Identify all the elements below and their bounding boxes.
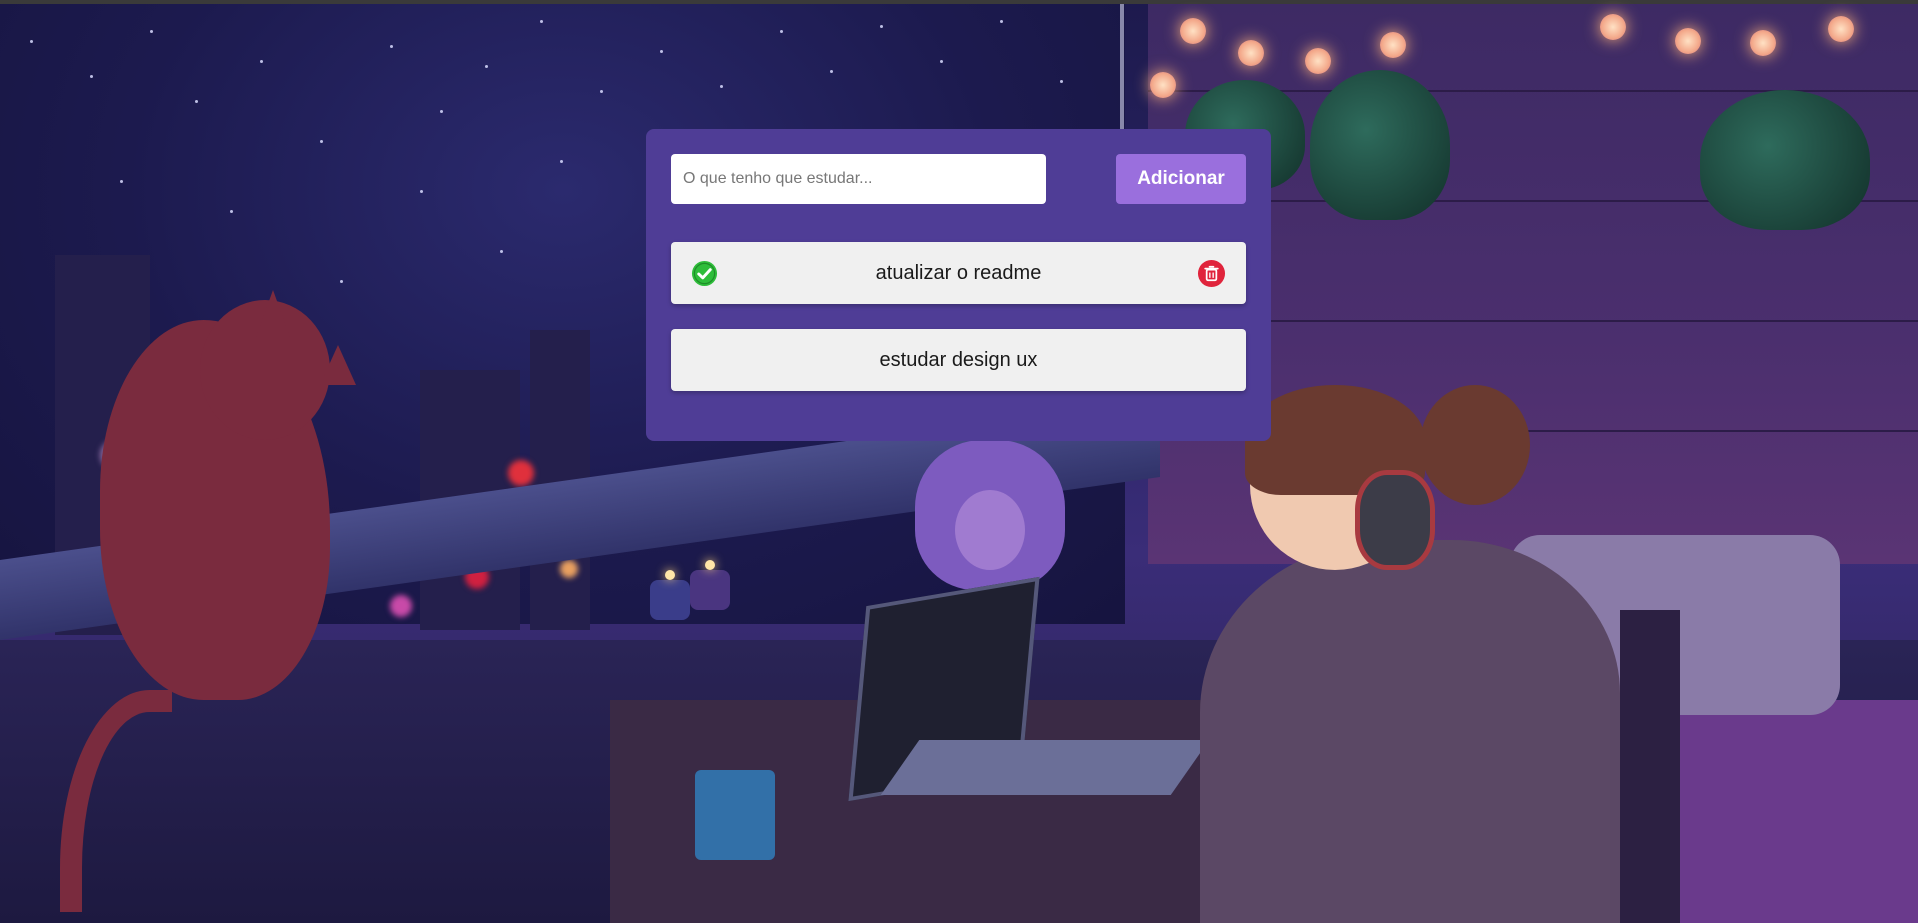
task-label: estudar design ux [879,348,1038,371]
string-light-bulb [1305,48,1331,74]
pencil-cup [695,770,775,860]
chair [1620,610,1680,923]
task-label: atualizar o readme [875,261,1042,284]
star [150,30,153,33]
string-light-bulb [1828,16,1854,42]
string-light-bulb [1600,14,1626,40]
city-light [390,595,412,617]
star [90,75,93,78]
string-light-bulb [1180,18,1206,44]
star [195,100,198,103]
cat-ear [320,345,356,385]
star [780,30,783,33]
girl-hair-bun [1420,385,1530,505]
star [830,70,833,73]
string-light-bulb [1150,72,1176,98]
star [880,25,883,28]
star [420,190,423,193]
star [720,85,723,88]
star [540,20,543,23]
string-light-bulb [1238,40,1264,66]
star [230,210,233,213]
add-task-button[interactable]: Adicionar [1116,154,1246,204]
cat-ear [255,290,291,340]
star [440,110,443,113]
star [30,40,33,43]
candle-flame [705,560,715,570]
string-light-bulb [1750,30,1776,56]
candle [650,580,690,620]
star [390,45,393,48]
window-frame [1120,4,1124,129]
star [320,140,323,143]
star [120,180,123,183]
candle [690,570,730,610]
task-item[interactable]: estudar design ux [671,329,1246,391]
headphones [1355,470,1435,570]
star [1000,20,1003,23]
task-input[interactable] [671,154,1046,204]
star [500,250,503,253]
task-item[interactable]: atualizar o readme [671,242,1246,304]
star [260,60,263,63]
hanging-plant [1310,70,1450,220]
string-light-bulb [1380,32,1406,58]
laptop-keyboard [880,740,1210,795]
string-light-bulb [1675,28,1701,54]
todo-panel: Adicionar atualizar o readme estudar des… [646,129,1271,441]
creature-belly [955,490,1025,570]
girl-sweater [1200,540,1620,923]
star [600,90,603,93]
check-circle-icon[interactable] [691,260,718,287]
trash-icon[interactable] [1197,259,1226,288]
city-light [508,460,534,486]
star [560,160,563,163]
star [1060,80,1063,83]
hanging-plant [1700,90,1870,230]
star [660,50,663,53]
star [940,60,943,63]
city-light [560,560,578,578]
star [340,280,343,283]
star [485,65,488,68]
candle-flame [665,570,675,580]
